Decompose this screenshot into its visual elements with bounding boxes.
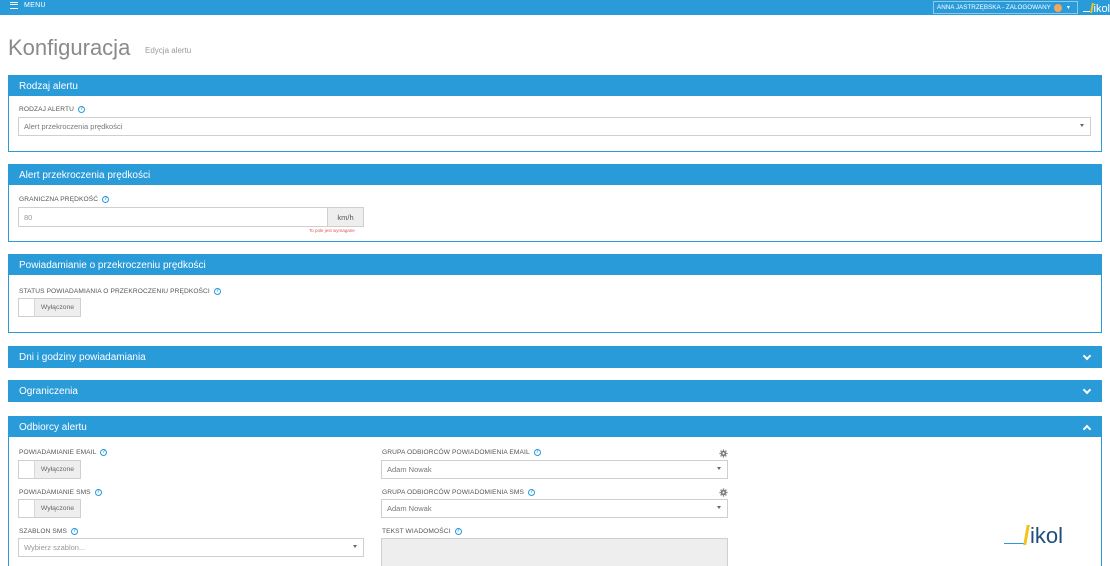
field-label-text: POWIADAMIANIE SMS <box>19 489 91 496</box>
toggle-knob <box>19 461 35 478</box>
toggle-label: Wyłączone <box>35 500 80 517</box>
predkosc-input-group: 80 km/h <box>18 207 364 227</box>
top-logo-text: ikol <box>1093 3 1110 15</box>
logo-bar-icon <box>1083 11 1090 12</box>
caret-down-icon: ▾ <box>1066 5 1070 11</box>
panel-title: Powiadamianie o przekroczeniu prędkości <box>19 259 206 271</box>
logo-slash-icon <box>1023 525 1030 545</box>
grupa-sms-select[interactable]: Adam Nowak <box>381 499 728 518</box>
panel-powiadamianie: Powiadamianie o przekroczeniu prędkości … <box>8 254 1102 333</box>
toggle-label: Wyłączone <box>35 299 80 316</box>
user-label: ANNA JASTRZĘBSKA - ZALOGOWANY <box>937 4 1051 11</box>
unit-addon: km/h <box>328 207 364 227</box>
caret-down-icon <box>717 467 721 470</box>
panel-header: Alert przekroczenia prędkości <box>9 165 1101 185</box>
caret-down-icon <box>717 506 721 509</box>
select-value: Adam Nowak <box>387 504 432 513</box>
field-label-text: GRANICZNA PRĘDKOŚĆ <box>19 196 99 203</box>
help-icon[interactable]: ? <box>454 528 462 535</box>
panel-header[interactable]: Ograniczenia <box>9 381 1101 401</box>
email-toggle[interactable]: Wyłączone <box>18 460 81 479</box>
error-message: To pole jest wymagane <box>309 228 355 233</box>
field-label-grupa-sms: GRUPA ODBIORCÓW POWIADOMIENIA SMS ? <box>382 489 536 496</box>
panel-dni-godziny: Dni i godziny powiadamiania <box>8 346 1102 368</box>
help-icon[interactable]: ? <box>100 449 108 456</box>
ikol-logo: ikol <box>1004 523 1063 549</box>
menu-button[interactable]: MENU <box>10 2 46 9</box>
predkosc-input[interactable]: 80 <box>18 207 328 227</box>
tekst-wiadomosci-textarea[interactable] <box>381 538 728 566</box>
chevron-down-icon[interactable] <box>1081 385 1093 397</box>
grupa-email-select[interactable]: Adam Nowak <box>381 460 728 479</box>
panel-odbiorcy: Odbiorcy alertu POWIADAMIANIE EMAIL ? Wy… <box>8 416 1102 566</box>
logo-bar-icon <box>1004 542 1024 544</box>
help-icon[interactable]: ? <box>102 196 110 203</box>
field-label-text: SZABLON SMS <box>19 528 67 535</box>
select-value: Adam Nowak <box>387 465 432 474</box>
panel-title: Alert przekroczenia prędkości <box>19 169 151 181</box>
panel-alert-predkosci: Alert przekroczenia prędkości GRANICZNA … <box>8 164 1102 242</box>
panel-title: Ograniczenia <box>19 385 78 397</box>
field-label-rodzaj: RODZAJ ALERTU ? <box>19 106 86 113</box>
user-dropdown[interactable]: ANNA JASTRZĘBSKA - ZALOGOWANY ▾ <box>933 1 1078 14</box>
panel-header: Powiadamianie o przekroczeniu prędkości <box>9 255 1101 275</box>
status-toggle[interactable]: Wyłączone <box>18 298 81 317</box>
gear-icon[interactable] <box>719 488 728 497</box>
menu-label: MENU <box>24 2 46 9</box>
help-icon[interactable]: ? <box>78 106 86 113</box>
chevron-up-icon[interactable] <box>1081 421 1093 433</box>
field-label-email: POWIADAMIANIE EMAIL ? <box>19 449 108 456</box>
logo-text: ikol <box>1030 523 1064 548</box>
field-label-tekst: TEKST WIADOMOŚCI ? <box>382 528 462 535</box>
field-label-text: STATUS POWIADAMIANIA O PRZEKROCZENIU PRĘ… <box>19 288 210 295</box>
toggle-label: Wyłączone <box>35 461 80 478</box>
panel-title: Rodzaj alertu <box>19 80 78 92</box>
panel-header: Rodzaj alertu <box>9 76 1101 96</box>
panel-header[interactable]: Dni i godziny powiadamiania <box>9 347 1101 367</box>
page-title: Konfiguracja <box>8 35 131 60</box>
help-icon[interactable]: ? <box>71 528 78 535</box>
input-value: 80 <box>24 212 33 222</box>
unit-label: km/h <box>337 212 354 222</box>
field-label-text: GRUPA ODBIORCÓW POWIADOMIENIA EMAIL <box>382 449 530 456</box>
sms-toggle[interactable]: Wyłączone <box>18 499 81 518</box>
chevron-down-icon[interactable] <box>1081 351 1093 363</box>
field-label-status: STATUS POWIADAMIANIA O PRZEKROCZENIU PRĘ… <box>19 288 221 295</box>
help-icon[interactable]: ? <box>213 288 221 295</box>
caret-down-icon <box>353 545 357 548</box>
select-value: Alert przekroczenia prędkości <box>24 122 123 131</box>
panel-title: Odbiorcy alertu <box>19 421 87 433</box>
avatar-icon <box>1053 3 1062 12</box>
help-icon[interactable]: ? <box>528 489 536 496</box>
field-label-szablon: SZABLON SMS ? <box>19 528 78 535</box>
panel-rodzaj-alertu: Rodzaj alertu RODZAJ ALERTU ? Alert prze… <box>8 75 1102 152</box>
panel-ograniczenia: Ograniczenia <box>8 380 1102 402</box>
gear-icon[interactable] <box>719 449 728 458</box>
toggle-knob <box>19 299 35 316</box>
page-subtitle: Edycja alertu <box>145 46 192 55</box>
field-label-text: TEKST WIADOMOŚCI <box>382 528 451 535</box>
top-logo[interactable]: ikol <box>1083 0 1110 15</box>
help-icon[interactable]: ? <box>533 449 541 456</box>
field-label-predkosc: GRANICZNA PRĘDKOŚĆ ? <box>19 196 110 203</box>
field-label-sms: POWIADAMIANIE SMS ? <box>19 489 102 496</box>
field-label-text: RODZAJ ALERTU <box>19 106 75 113</box>
field-label-grupa-email: GRUPA ODBIORCÓW POWIADOMIENIA EMAIL ? <box>382 449 541 456</box>
help-icon[interactable]: ? <box>94 489 102 496</box>
panel-header[interactable]: Odbiorcy alertu <box>9 417 1101 437</box>
hamburger-icon <box>10 2 18 9</box>
caret-down-icon <box>1080 124 1084 127</box>
field-label-text: GRUPA ODBIORCÓW POWIADOMIENIA SMS <box>382 489 525 496</box>
szablon-select[interactable]: Wybierz szablon... <box>18 538 364 557</box>
select-placeholder: Wybierz szablon... <box>24 543 86 552</box>
field-label-text: POWIADAMIANIE EMAIL <box>19 449 97 456</box>
top-bar: MENU ANNA JASTRZĘBSKA - ZALOGOWANY ▾ iko… <box>0 0 1110 15</box>
rodzaj-alertu-select[interactable]: Alert przekroczenia prędkości <box>18 117 1091 136</box>
panel-title: Dni i godziny powiadamiania <box>19 351 146 363</box>
toggle-knob <box>19 500 35 517</box>
